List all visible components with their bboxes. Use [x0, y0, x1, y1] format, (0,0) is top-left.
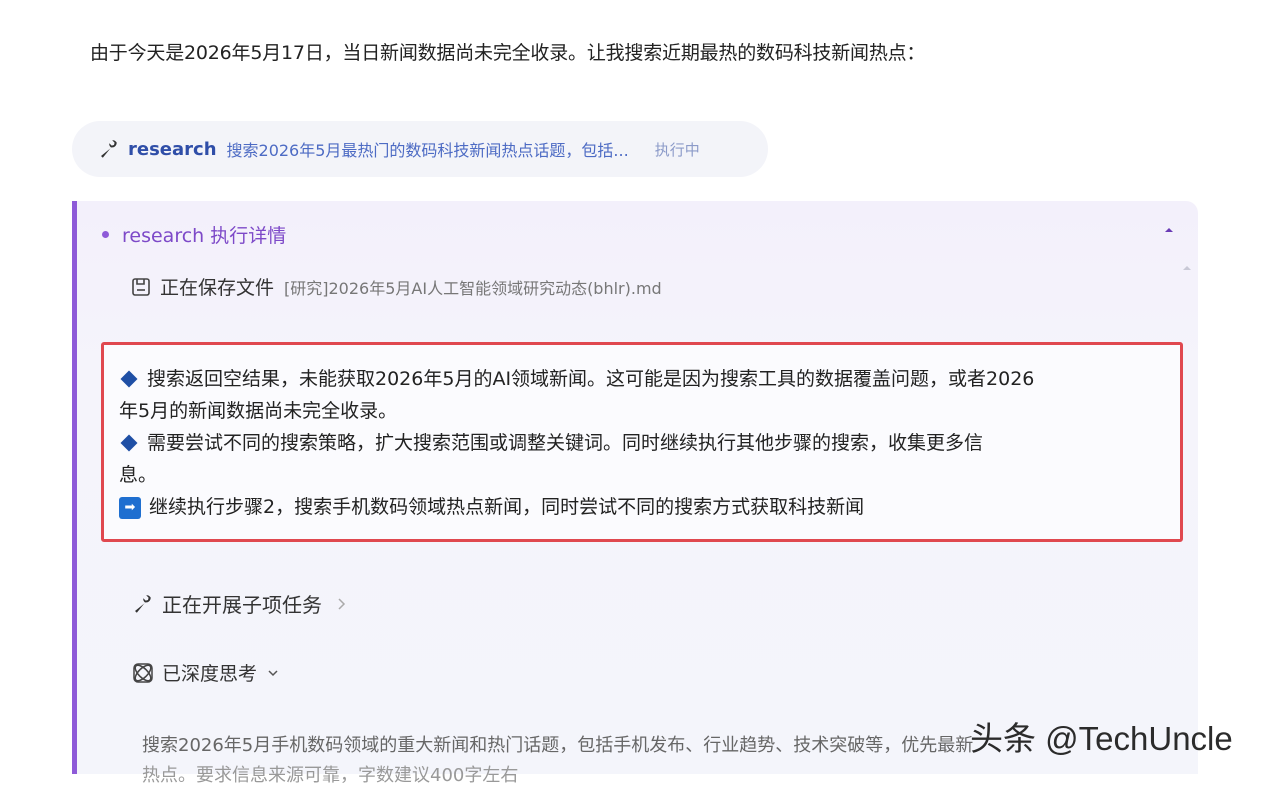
- details-title: research 执行详情: [122, 225, 287, 247]
- wrench-icon: [135, 594, 151, 613]
- thought-line-2: 年5月的新闻数据尚未完全收录。: [119, 400, 398, 422]
- thought-line-1: 搜索返回空结果，未能获取2026年5月的AI领域新闻。这可能是因为搜索工具的数据…: [119, 363, 1159, 395]
- tool-description: 搜索2026年5月最热门的数码科技新闻热点话题，包括...: [226, 141, 629, 160]
- watermark: 头条 @TechUncle: [970, 720, 1233, 757]
- chevron-down-icon: [268, 669, 278, 676]
- saving-file-row: 正在保存文件 [研究]2026年5月AI人工智能领域研究动态(bhlr).md: [130, 273, 662, 300]
- scroll-up-icon[interactable]: [1181, 263, 1193, 273]
- diamond-bullet-icon: [120, 370, 138, 387]
- highlighted-thought-box: 搜索返回空结果，未能获取2026年5月的AI领域新闻。这可能是因为搜索工具的数据…: [101, 342, 1183, 542]
- subtask-description-line-1: 搜索2026年5月手机数码领域的重大新闻和热门话题，包括手机发布、行业趋势、技术…: [142, 735, 974, 756]
- wrench-icon: [101, 140, 117, 158]
- thought-line-4: 息。: [119, 464, 158, 486]
- thinking-label: 已深度思考: [162, 663, 258, 685]
- saving-label: 正在保存文件: [160, 277, 275, 299]
- chevron-up-icon[interactable]: [1162, 225, 1176, 235]
- deep-thinking-toggle[interactable]: 已深度思考: [130, 659, 279, 686]
- diamond-bullet-icon: [120, 434, 138, 451]
- arrow-right-icon: ➡: [119, 496, 141, 519]
- details-header[interactable]: research 执行详情: [102, 221, 286, 248]
- tool-call-pill[interactable]: research 搜索2026年5月最热门的数码科技新闻热点话题，包括... 执…: [72, 121, 768, 177]
- intro-message: 由于今天是2026年5月17日，当日新闻数据尚未完全收录。让我搜索近期最热的数码…: [90, 42, 926, 64]
- tool-status: 执行中: [654, 140, 700, 159]
- thought-line-5: ➡ 继续执行步骤2，搜索手机数码领域热点新闻，同时尝试不同的搜索方式获取科技新闻: [119, 491, 1159, 523]
- subtask-description-line-2: 热点。要求信息来源可靠，字数建议400字左右: [142, 765, 519, 786]
- saving-filename: [研究]2026年5月AI人工智能领域研究动态(bhlr).md: [284, 278, 662, 298]
- subtask-label: 正在开展子项任务: [162, 593, 322, 617]
- thought-line-3: 需要尝试不同的搜索策略，扩大搜索范围或调整关键词。同时继续执行其他步骤的搜索，收…: [119, 427, 1159, 459]
- chevron-right-icon: [338, 597, 346, 610]
- tool-name: research: [128, 138, 217, 160]
- status-dot: [102, 231, 109, 238]
- save-file-icon: [132, 277, 150, 296]
- subtask-row[interactable]: 正在开展子项任务: [130, 589, 346, 618]
- atom-icon: [133, 662, 153, 683]
